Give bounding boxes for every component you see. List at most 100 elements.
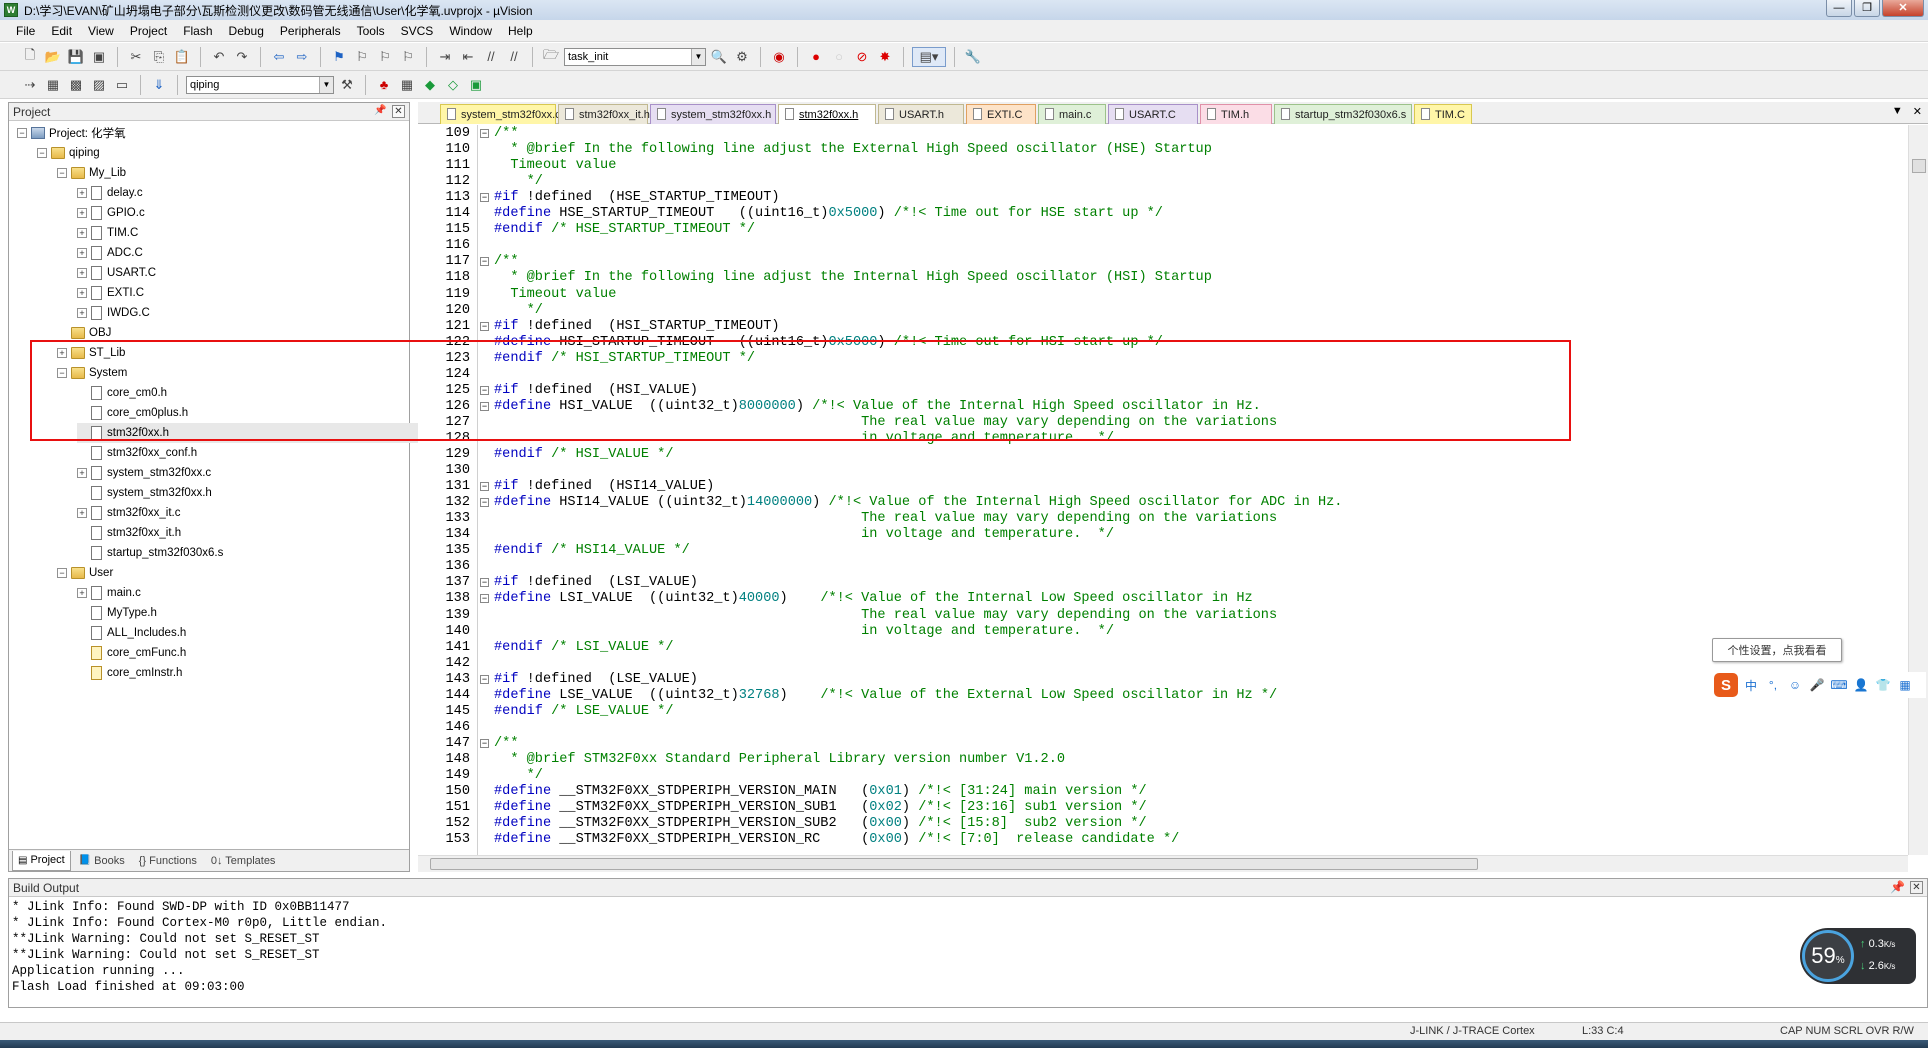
editor-tab[interactable]: TIM.h	[1200, 104, 1272, 124]
build-output-text[interactable]: * JLink Info: Found SWD-DP with ID 0x0BB…	[9, 897, 1927, 997]
menu-debug[interactable]: Debug	[221, 24, 272, 38]
editor-tab[interactable]: startup_stm32f030x6.s	[1274, 104, 1412, 124]
prev-bookmark-icon[interactable]: ⚐	[352, 47, 372, 67]
chevron-down-icon[interactable]: ▼	[691, 48, 705, 65]
scroll-thumb[interactable]	[1912, 159, 1926, 173]
toolbox-icon[interactable]: ▦	[1896, 676, 1914, 694]
target-options-icon[interactable]: ⚒	[337, 75, 357, 95]
tree-file-item[interactable]: core_cmInstr.h	[77, 663, 182, 683]
expand-icon[interactable]: +	[57, 348, 67, 358]
download-icon[interactable]: ⇓	[149, 75, 169, 95]
collapse-icon[interactable]: −	[57, 168, 67, 178]
expand-icon[interactable]: +	[77, 208, 87, 218]
collapse-icon[interactable]: −	[37, 148, 47, 158]
panel-close-icon[interactable]: ✕	[1910, 881, 1923, 894]
expand-icon[interactable]: +	[77, 288, 87, 298]
window-layout-icon[interactable]: ▤▾	[912, 46, 946, 67]
fold-toggle-icon[interactable]: −	[480, 321, 489, 331]
tree-file-item[interactable]: core_cm0plus.h	[77, 403, 188, 423]
fold-toggle-icon[interactable]: −	[480, 738, 489, 748]
menu-help[interactable]: Help	[500, 24, 541, 38]
editor-tab[interactable]: EXTI.C	[966, 104, 1036, 124]
batch-build-icon[interactable]: ▨	[89, 75, 109, 95]
configure-icon[interactable]: 🔧	[963, 47, 983, 67]
emoji-icon[interactable]: ☺	[1786, 676, 1804, 694]
tab-project[interactable]: ▤ Project	[12, 850, 71, 871]
new-file-icon[interactable]: 🗋	[20, 47, 40, 67]
tree-file-item[interactable]: + IWDG.C	[77, 303, 150, 323]
tree-folder-item[interactable]: OBJ	[57, 323, 111, 343]
network-speed-widget[interactable]: 59% ↑ 0.3K/s ↓ 2.6K/s	[1800, 928, 1916, 984]
tree-file-item[interactable]: + GPIO.c	[77, 203, 145, 223]
editor-tab[interactable]: main.c	[1038, 104, 1106, 124]
rebuild-icon[interactable]: ▩	[66, 75, 86, 95]
paste-icon[interactable]: 📋	[172, 47, 192, 67]
code-view[interactable]: 109 110 111 112 113 114 115 116 117 118 119 120 121 1…	[418, 125, 1908, 855]
editor-tab[interactable]: system_stm32f0xx.c	[440, 104, 561, 124]
tree-folder-item[interactable]: − My_Lib	[57, 163, 126, 183]
fold-toggle-icon[interactable]: −	[480, 482, 489, 492]
chevron-down-icon[interactable]: ▼	[319, 76, 333, 93]
nav-forward-icon[interactable]: ⇨	[292, 47, 312, 67]
tree-file-item[interactable]: core_cmFunc.h	[77, 643, 186, 663]
breakpoint-icon[interactable]: ●	[806, 47, 826, 67]
editor-tab[interactable]: stm32f0xx_it.h	[558, 104, 650, 124]
translate-icon[interactable]: ⇢	[20, 75, 40, 95]
tab-templates[interactable]: 0↓ Templates	[205, 851, 282, 871]
expand-icon[interactable]: +	[77, 508, 87, 518]
menu-tools[interactable]: Tools	[349, 24, 393, 38]
menu-window[interactable]: Window	[441, 24, 500, 38]
manage-components-icon[interactable]: ▦	[397, 75, 417, 95]
bookmark-icon[interactable]: ⚑	[329, 47, 349, 67]
tree-file-item[interactable]: stm32f0xx.h	[77, 423, 452, 443]
fold-toggle-icon[interactable]: −	[480, 257, 489, 267]
pack-installer-icon[interactable]: ◇	[443, 75, 463, 95]
pin-icon[interactable]: 📌	[1890, 880, 1905, 894]
menu-edit[interactable]: Edit	[43, 24, 80, 38]
microphone-icon[interactable]: 🎤	[1808, 676, 1826, 694]
tree-file-item[interactable]: system_stm32f0xx.h	[77, 483, 212, 503]
collapse-icon[interactable]: −	[57, 368, 67, 378]
kill-all-breakpoints-icon[interactable]: ✸	[875, 47, 895, 67]
expand-icon[interactable]: +	[77, 248, 87, 258]
user-icon[interactable]: 👤	[1852, 676, 1870, 694]
tree-file-item[interactable]: + ADC.C	[77, 243, 143, 263]
maximize-button[interactable]: ❐	[1854, 0, 1880, 17]
sogou-logo-icon[interactable]: S	[1714, 673, 1738, 697]
tree-file-item[interactable]: stm32f0xx_conf.h	[77, 443, 197, 463]
tree-target-item[interactable]: − qiping	[37, 143, 100, 163]
editor-tab[interactable]: TIM.C	[1414, 104, 1472, 124]
editor-tab[interactable]: USART.h	[878, 104, 964, 124]
collapse-icon[interactable]: −	[57, 568, 67, 578]
tree-file-item[interactable]: core_cm0.h	[77, 383, 167, 403]
pin-icon[interactable]: 📌	[374, 105, 387, 118]
tab-list-dropdown-icon[interactable]: ▼	[1892, 105, 1903, 118]
menu-project[interactable]: Project	[122, 24, 175, 38]
tree-file-item[interactable]: startup_stm32f030x6.s	[77, 543, 223, 563]
tree-file-item[interactable]: + system_stm32f0xx.c	[77, 463, 211, 483]
tree-file-item[interactable]: + main.c	[77, 583, 141, 603]
editor-tab[interactable]: stm32f0xx.h	[778, 104, 876, 124]
collapse-icon[interactable]: −	[17, 128, 27, 138]
close-button[interactable]: ✕	[1882, 0, 1924, 17]
stop-build-icon[interactable]: ▭	[112, 75, 132, 95]
fold-toggle-icon[interactable]: −	[480, 385, 489, 395]
tree-file-item[interactable]: + delay.c	[77, 183, 143, 203]
tree-file-item[interactable]: ALL_Includes.h	[77, 623, 186, 643]
uncomment-icon[interactable]: //	[504, 47, 524, 67]
expand-icon[interactable]: +	[77, 268, 87, 278]
run-time-env-icon[interactable]: ▣	[466, 75, 486, 95]
horizontal-scrollbar[interactable]	[418, 855, 1908, 872]
fold-toggle-icon[interactable]: −	[480, 498, 489, 508]
expand-icon[interactable]: +	[77, 468, 87, 478]
tree-file-item[interactable]: stm32f0xx_it.h	[77, 523, 181, 543]
tree-project-item[interactable]: − Project: 化学氧	[17, 123, 126, 143]
open-file-icon[interactable]: 📂	[43, 47, 63, 67]
menu-view[interactable]: View	[80, 24, 122, 38]
menu-svcs[interactable]: SVCS	[393, 24, 442, 38]
select-packs-icon[interactable]: ◆	[420, 75, 440, 95]
skin-icon[interactable]: 👕	[1874, 676, 1892, 694]
clear-bookmarks-icon[interactable]: ⚐	[398, 47, 418, 67]
tree-file-item[interactable]: + EXTI.C	[77, 283, 144, 303]
fold-toggle-icon[interactable]: −	[480, 193, 489, 203]
